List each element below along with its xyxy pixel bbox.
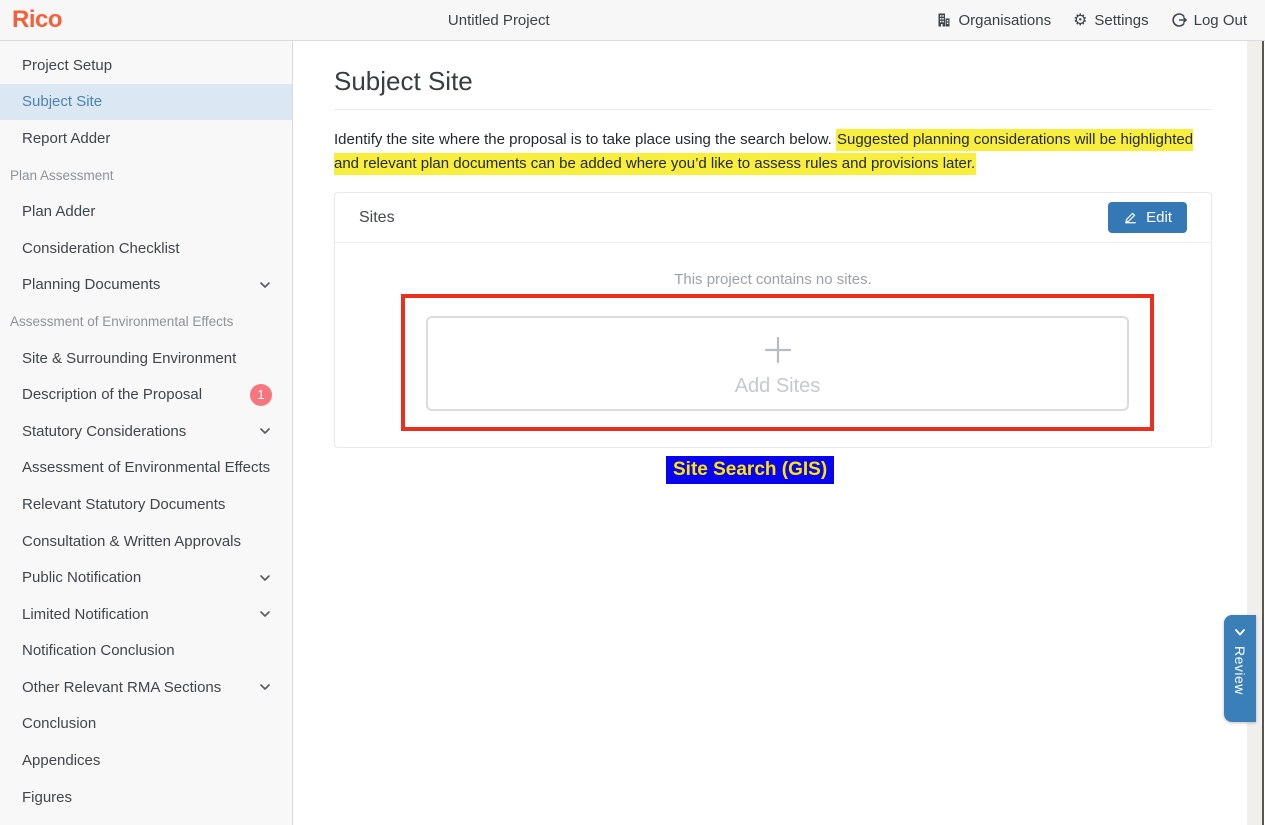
- sidebar-item-label: Statutory Considerations: [22, 422, 187, 440]
- project-title: Untitled Project: [447, 11, 550, 29]
- sidebar-item-report-adder[interactable]: Report Adder: [0, 120, 292, 157]
- sidebar-item-subject-site[interactable]: Subject Site: [0, 83, 292, 121]
- sidebar-item-project-setup[interactable]: Project Setup: [0, 47, 292, 84]
- chevron-icon: [1232, 627, 1248, 639]
- intro-text: Identify the site where the proposal is …: [334, 128, 1212, 176]
- sidebar-nav: Project Setup Subject Site Report Adder Pla…: [0, 47, 292, 815]
- nav-label: Settings: [1094, 11, 1149, 29]
- add-sites-button[interactable]: Add Sites: [426, 316, 1129, 411]
- sidebar-item-limited-notification[interactable]: Limited Notification: [0, 596, 292, 633]
- nav-label: Organisations: [958, 11, 1052, 29]
- sites-card-body: This project contains no sites. Add Site…: [335, 243, 1211, 447]
- page-title: Subject Site: [334, 66, 473, 96]
- app-logo[interactable]: Rico: [12, 6, 63, 34]
- sidebar-item-appendices[interactable]: Appendices: [0, 742, 292, 779]
- add-sites-label: Add Sites: [734, 374, 821, 397]
- annotation-red-box: Add Sites: [401, 294, 1154, 431]
- sidebar-item-conclusion[interactable]: Conclusion: [0, 706, 292, 743]
- sidebar-item-label: Limited Notification: [22, 605, 149, 623]
- sidebar-item-site-surrounding-environment[interactable]: Site & Surrounding Environment: [0, 340, 292, 377]
- review-tab-label: Review: [1232, 646, 1248, 695]
- sidebar: Project Setup Subject Site Report Adder Pla…: [0, 41, 293, 825]
- sidebar-item-figures[interactable]: Figures: [0, 779, 292, 816]
- sidebar-item-notification-conclusion[interactable]: Notification Conclusion: [0, 633, 292, 670]
- sidebar-item-label: Plan Adder: [22, 203, 96, 221]
- sidebar-item-other-relevant-rma-sections[interactable]: Other Relevant RMA Sections: [0, 669, 292, 706]
- sidebar-item-label: Site & Surrounding Environment: [22, 349, 237, 367]
- sidebar-item-plan-adder[interactable]: Plan Adder: [0, 193, 292, 230]
- review-tab[interactable]: Review: [1224, 615, 1256, 722]
- sidebar-item-label: Conclusion: [22, 715, 97, 733]
- sites-card-header: Sites Edit: [335, 193, 1211, 243]
- chevron-down-icon: [258, 607, 272, 621]
- sidebar-section-assessment-of-environmental-effects: Assessment of Environmental Effects: [0, 303, 292, 340]
- sidebar-section-label: Assessment of Environmental Effects: [10, 313, 234, 329]
- sidebar-item-label: Consideration Checklist: [22, 239, 180, 257]
- window-edge: [1261, 0, 1264, 825]
- header-center: Untitled Project: [62, 12, 936, 29]
- sidebar-item-label: Figures: [22, 788, 73, 806]
- logout-icon: [1171, 12, 1187, 28]
- sidebar-item-public-notification[interactable]: Public Notification: [0, 559, 292, 596]
- sidebar-item-label: Planning Documents: [22, 276, 161, 294]
- plus-icon: [758, 330, 798, 370]
- sites-card-title: Sites: [359, 208, 395, 226]
- chevron-down-icon: [258, 278, 272, 292]
- nav-organisations[interactable]: Organisations: [936, 11, 1052, 29]
- sidebar-item-label: Description of the Proposal: [22, 386, 203, 404]
- sidebar-item-label: Notification Conclusion: [22, 642, 175, 660]
- sidebar-item-label: Consultation & Written Approvals: [22, 532, 242, 550]
- sidebar-item-planning-documents[interactable]: Planning Documents: [0, 267, 292, 304]
- gear-icon: ⚙: [1073, 10, 1088, 29]
- sidebar-item-description-of-the-proposal[interactable]: Description of the Proposal 1: [0, 376, 292, 413]
- chevron-down-icon: [258, 680, 272, 694]
- sidebar-item-relevant-statutory-documents[interactable]: Relevant Statutory Documents: [0, 486, 292, 523]
- sidebar-item-label: Other Relevant RMA Sections: [22, 678, 222, 696]
- sidebar-item-assessment-of-environmental-effects[interactable]: Assessment of Environmental Effects: [0, 450, 292, 487]
- sidebar-item-statutory-considerations[interactable]: Statutory Considerations: [0, 413, 292, 450]
- sidebar-item-label: Assessment of Environmental Effects: [22, 459, 271, 477]
- annotation-site-search-label: Site Search (GIS): [666, 456, 835, 484]
- sidebar-item-label: Subject Site: [22, 93, 103, 111]
- main-content: Subject Site Identify the site where the…: [293, 41, 1265, 825]
- sidebar-section-label: Plan Assessment: [10, 167, 114, 183]
- nav-settings[interactable]: ⚙ Settings: [1073, 12, 1149, 29]
- sites-card: Sites Edit This project contains no site…: [334, 192, 1212, 448]
- edit-button-label: Edit: [1146, 209, 1172, 226]
- sidebar-item-label: Report Adder: [22, 129, 111, 147]
- edit-button[interactable]: Edit: [1108, 202, 1187, 233]
- intro-plain-text: Identify the site where the proposal is …: [334, 131, 836, 148]
- buildings-icon: [936, 12, 952, 28]
- pencil-icon: [1123, 210, 1138, 225]
- sidebar-item-label: Relevant Statutory Documents: [22, 495, 226, 513]
- chevron-down-icon: [258, 571, 272, 585]
- top-header: Rico Untitled Project Organisations ⚙ Sett…: [0, 0, 1265, 41]
- sidebar-item-consideration-checklist[interactable]: Consideration Checklist: [0, 230, 292, 267]
- nav-log-out[interactable]: Log Out: [1171, 12, 1247, 29]
- sidebar-section-plan-assessment: Plan Assessment: [0, 157, 292, 194]
- notification-badge: 1: [250, 383, 272, 406]
- header-nav: Organisations ⚙ Settings Log Out: [936, 12, 1247, 29]
- chevron-down-icon: [258, 424, 272, 438]
- sidebar-item-label: Project Setup: [22, 56, 113, 74]
- sidebar-item-consultation-written-approvals[interactable]: Consultation & Written Approvals: [0, 523, 292, 560]
- sidebar-item-label: Public Notification: [22, 569, 142, 587]
- title-divider: [334, 109, 1212, 110]
- nav-label: Log Out: [1193, 11, 1247, 29]
- sidebar-item-label: Appendices: [22, 752, 101, 770]
- empty-sites-message: This project contains no sites.: [674, 271, 872, 288]
